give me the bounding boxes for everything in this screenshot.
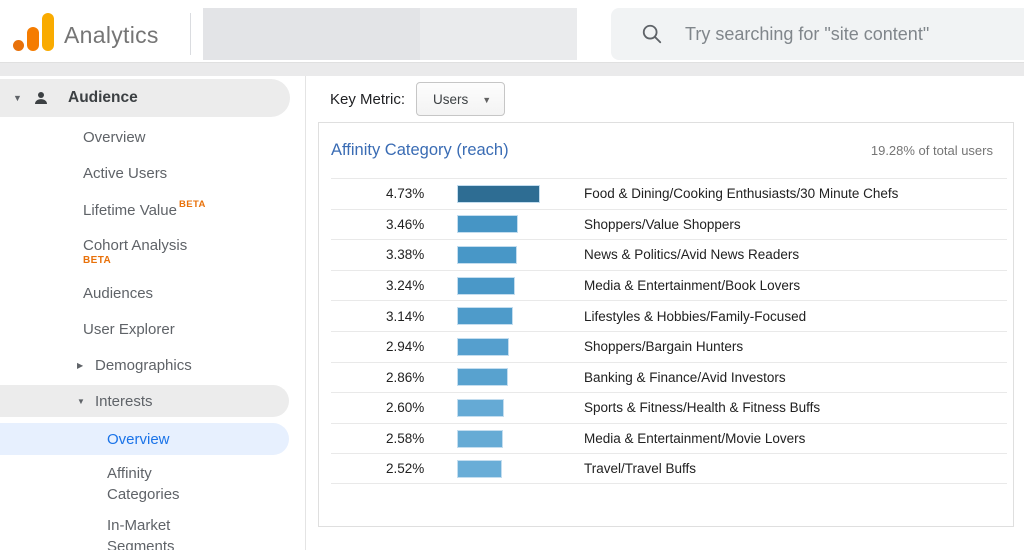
bar-category-label: Banking & Finance/Avid Investors <box>584 369 786 385</box>
bar-category-label: Sports & Fitness/Health & Fitness Buffs <box>584 400 821 416</box>
search-icon <box>642 24 662 44</box>
header-bottom-band <box>0 62 1024 76</box>
chevron-down-icon: ▼ <box>482 94 492 105</box>
total-users-note: 19.28% of total users <box>870 143 993 158</box>
bar-value-label: 3.38% <box>386 247 425 263</box>
affinity-bar-chart: 4.73% Food & Dining/Cooking Enthusiasts/3… <box>331 178 1007 484</box>
sidebar-item-label: Overview <box>107 430 170 448</box>
sidebar-item-label: Overview <box>83 128 146 146</box>
chart-row: 3.14% Lifestyles & Hobbies/Family-Focused <box>331 300 1007 331</box>
sidebar-item-label: Audiences <box>83 284 154 302</box>
bar <box>458 399 503 416</box>
bar-value-label: 3.14% <box>386 308 425 324</box>
bar <box>458 460 502 477</box>
bar-category-label: News & Politics/Avid News Readers <box>584 247 800 263</box>
sidebar-item-interests[interactable]: ▼ Interests <box>0 385 289 417</box>
chart-row: 3.24% Media & Entertainment/Book Lovers <box>331 269 1007 301</box>
sidebar-item-label: Affinity Categories <box>107 465 180 503</box>
sidebar-item-label: In-Market Segments <box>107 517 175 550</box>
bar-category-label: Lifestyles & Hobbies/Family-Focused <box>584 308 807 324</box>
bar <box>458 308 512 325</box>
bar <box>458 246 516 263</box>
sidebar-list: Overview Active Users Lifetime Value BETA Co… <box>0 117 305 550</box>
main-content: Key Metric: Users ▼ Affinity Category (r… <box>306 76 1024 550</box>
chevron-down-icon: ▼ <box>77 396 85 406</box>
sidebar-item-overview[interactable]: Overview <box>0 119 305 155</box>
sidebar-item-label: Active Users <box>83 164 168 182</box>
beta-badge: BETA <box>178 199 206 210</box>
bar-category-label: Media & Entertainment/Book Lovers <box>584 278 801 294</box>
bar-value-label: 4.73% <box>386 186 425 202</box>
sidebar: ▼ Audience Overview Active Users Lifetime … <box>0 76 306 550</box>
bar <box>458 277 514 294</box>
chevron-right-icon: ▶ <box>77 360 84 370</box>
sidebar-item-cohort-analysis[interactable]: Cohort Analysis BETA <box>0 227 305 275</box>
bar-value-label: 3.46% <box>386 216 425 232</box>
bar <box>458 185 539 202</box>
sidebar-item-in-market-segments[interactable]: In-Market Segments <box>0 513 305 550</box>
sidebar-item-label: User Explorer <box>83 320 175 338</box>
affinity-category-panel: Affinity Category (reach) 19.28% of tota… <box>318 122 1014 527</box>
person-icon <box>32 89 50 112</box>
chart-row: 2.86% Banking & Finance/Avid Investors <box>331 361 1007 393</box>
bar-category-label: Food & Dining/Cooking Enthusiasts/30 Min… <box>584 186 899 202</box>
sidebar-item-lifetime-value[interactable]: Lifetime Value BETA <box>0 191 305 227</box>
bar-category-label: Shoppers/Value Shoppers <box>584 216 741 232</box>
analytics-logo-icon <box>12 13 56 51</box>
beta-badge: BETA <box>83 254 112 266</box>
search-bar[interactable] <box>611 8 1024 60</box>
bar-value-label: 2.60% <box>386 400 425 416</box>
sidebar-item-label: Cohort Analysis <box>83 236 188 254</box>
bar-value-label: 3.24% <box>386 278 425 294</box>
bar-value-label: 2.86% <box>386 369 425 385</box>
chart-row: 2.52% Travel/Travel Buffs <box>331 453 1007 484</box>
key-metric-value: Users <box>433 91 469 107</box>
chart-row: 3.38% News & Politics/Avid News Readers <box>331 239 1007 270</box>
sidebar-item-user-explorer[interactable]: User Explorer <box>0 311 305 347</box>
bar-value-label: 2.58% <box>386 431 425 447</box>
key-metric-label: Key Metric: <box>330 90 406 108</box>
chart-row: 4.73% Food & Dining/Cooking Enthusiasts/3… <box>331 178 1007 209</box>
sidebar-section-audience[interactable]: ▼ Audience <box>0 79 290 117</box>
bar-category-label: Shoppers/Bargain Hunters <box>584 339 744 355</box>
bar <box>458 369 507 386</box>
sidebar-item-audiences[interactable]: Audiences <box>0 275 305 311</box>
chart-row: 2.58% Media & Entertainment/Movie Lovers <box>331 422 1007 454</box>
sidebar-item-label: Interests <box>95 392 153 410</box>
product-name: Analytics <box>64 22 159 48</box>
chevron-down-icon: ▼ <box>13 93 22 103</box>
app-header: Analytics <box>0 0 1024 62</box>
header-divider <box>190 13 191 55</box>
sidebar-item-label: Demographics <box>95 356 192 374</box>
key-metric-row: Key Metric: Users ▼ <box>306 76 1024 122</box>
bar-category-label: Travel/Travel Buffs <box>584 461 697 477</box>
chart-row: 2.60% Sports & Fitness/Health & Fitness B… <box>331 392 1007 423</box>
sidebar-item-label: Lifetime Value BETA <box>83 199 206 219</box>
chart-row: 2.94% Shoppers/Bargain Hunters <box>331 330 1007 362</box>
sidebar-item-active-users[interactable]: Active Users <box>0 155 305 191</box>
sidebar-item-demographics[interactable]: ▶ Demographics <box>0 347 305 383</box>
key-metric-dropdown[interactable]: Users ▼ <box>416 82 506 116</box>
search-input[interactable] <box>685 23 1015 45</box>
bar-value-label: 2.94% <box>386 339 425 355</box>
bar <box>458 338 509 355</box>
sidebar-item-affinity-categories[interactable]: Affinity Categories <box>0 461 305 507</box>
chart-row: 3.46% Shoppers/Value Shoppers <box>331 208 1007 240</box>
redacted-account-block <box>203 8 577 60</box>
bar-category-label: Media & Entertainment/Movie Lovers <box>584 431 806 447</box>
panel-header: Affinity Category (reach) 19.28% of tota… <box>319 123 1013 178</box>
analytics-logo[interactable]: Analytics <box>12 13 159 51</box>
panel-title-link[interactable]: Affinity Category (reach) <box>331 141 509 160</box>
bar <box>458 216 518 233</box>
bar <box>458 430 503 447</box>
bar-value-label: 2.52% <box>386 461 425 477</box>
sidebar-item-overview[interactable]: Overview <box>0 423 289 455</box>
